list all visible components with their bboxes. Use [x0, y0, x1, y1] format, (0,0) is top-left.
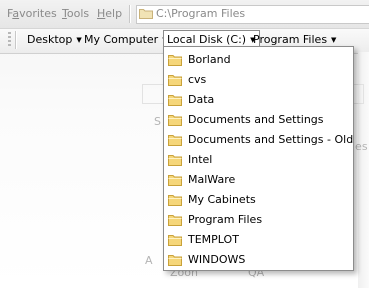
folder-icon [168, 155, 182, 166]
address-bar-text: C:\Program Files [156, 7, 246, 20]
chevron-down-icon: ▼ [331, 36, 337, 44]
ghost-text: S [154, 115, 161, 128]
folder-icon [168, 235, 182, 246]
folder-icon [139, 9, 153, 19]
folder-icon [168, 255, 182, 266]
dropdown-item[interactable]: Program Files [165, 210, 352, 230]
dropdown-item-label: Intel [188, 153, 213, 166]
dropdown-item[interactable]: Intel [165, 150, 352, 170]
dropdown-item[interactable]: Borland [165, 50, 352, 70]
folder-icon [168, 95, 182, 106]
dropdown-item[interactable]: MalWare [165, 170, 352, 190]
dropdown-item-label: Program Files [188, 213, 263, 226]
dropdown-item-label: WINDOWS [188, 253, 246, 266]
dropdown-item[interactable]: WINDOWS [165, 250, 352, 270]
menu-separator [129, 5, 131, 23]
dropdown-item[interactable]: TEMPLOT [165, 230, 352, 250]
dropdown-item[interactable]: Documents and Settings [165, 110, 352, 130]
menu-tools[interactable]: Tools [62, 7, 89, 20]
ghost-text: A [145, 254, 153, 267]
dropdown-item-label: Data [188, 93, 215, 106]
toolbar-separator [15, 31, 17, 49]
folder-icon [168, 215, 182, 226]
folder-icon [168, 195, 182, 206]
folder-icon [168, 115, 182, 126]
menu-help[interactable]: Help [97, 7, 122, 20]
dropdown-item[interactable]: Data [165, 90, 352, 110]
breadcrumb-my-computer[interactable]: My Computer▼ [84, 32, 168, 48]
dropdown-item-label: My Cabinets [188, 193, 256, 206]
ghost-text: ies [352, 140, 368, 153]
dropdown-item-label: Documents and Settings [188, 113, 324, 126]
dropdown-item-label: MalWare [188, 173, 236, 186]
dropdown-item-label: TEMPLOT [188, 233, 239, 246]
menu-favorites[interactable]: Favorites [7, 7, 57, 20]
dropdown-item-label: Borland [188, 53, 231, 66]
breadcrumb-desktop[interactable]: Desktop ▼ [27, 32, 82, 48]
dropdown-item-label: Documents and Settings - Old [188, 133, 354, 146]
dropdown-item-label: cvs [188, 73, 207, 86]
folder-icon [168, 175, 182, 186]
toolbar-grip[interactable] [8, 32, 11, 48]
dropdown-item[interactable]: Documents and Settings - Old [165, 130, 354, 150]
dropdown-item[interactable]: cvs [165, 70, 352, 90]
folder-dropdown-menu: Borland cvs Data Documents and Settings Docu… [163, 46, 354, 271]
folder-icon [168, 135, 182, 146]
folder-icon [168, 75, 182, 86]
chevron-down-icon: ▼ [76, 36, 82, 44]
dropdown-item[interactable]: My Cabinets [165, 190, 352, 210]
folder-icon [168, 55, 182, 66]
